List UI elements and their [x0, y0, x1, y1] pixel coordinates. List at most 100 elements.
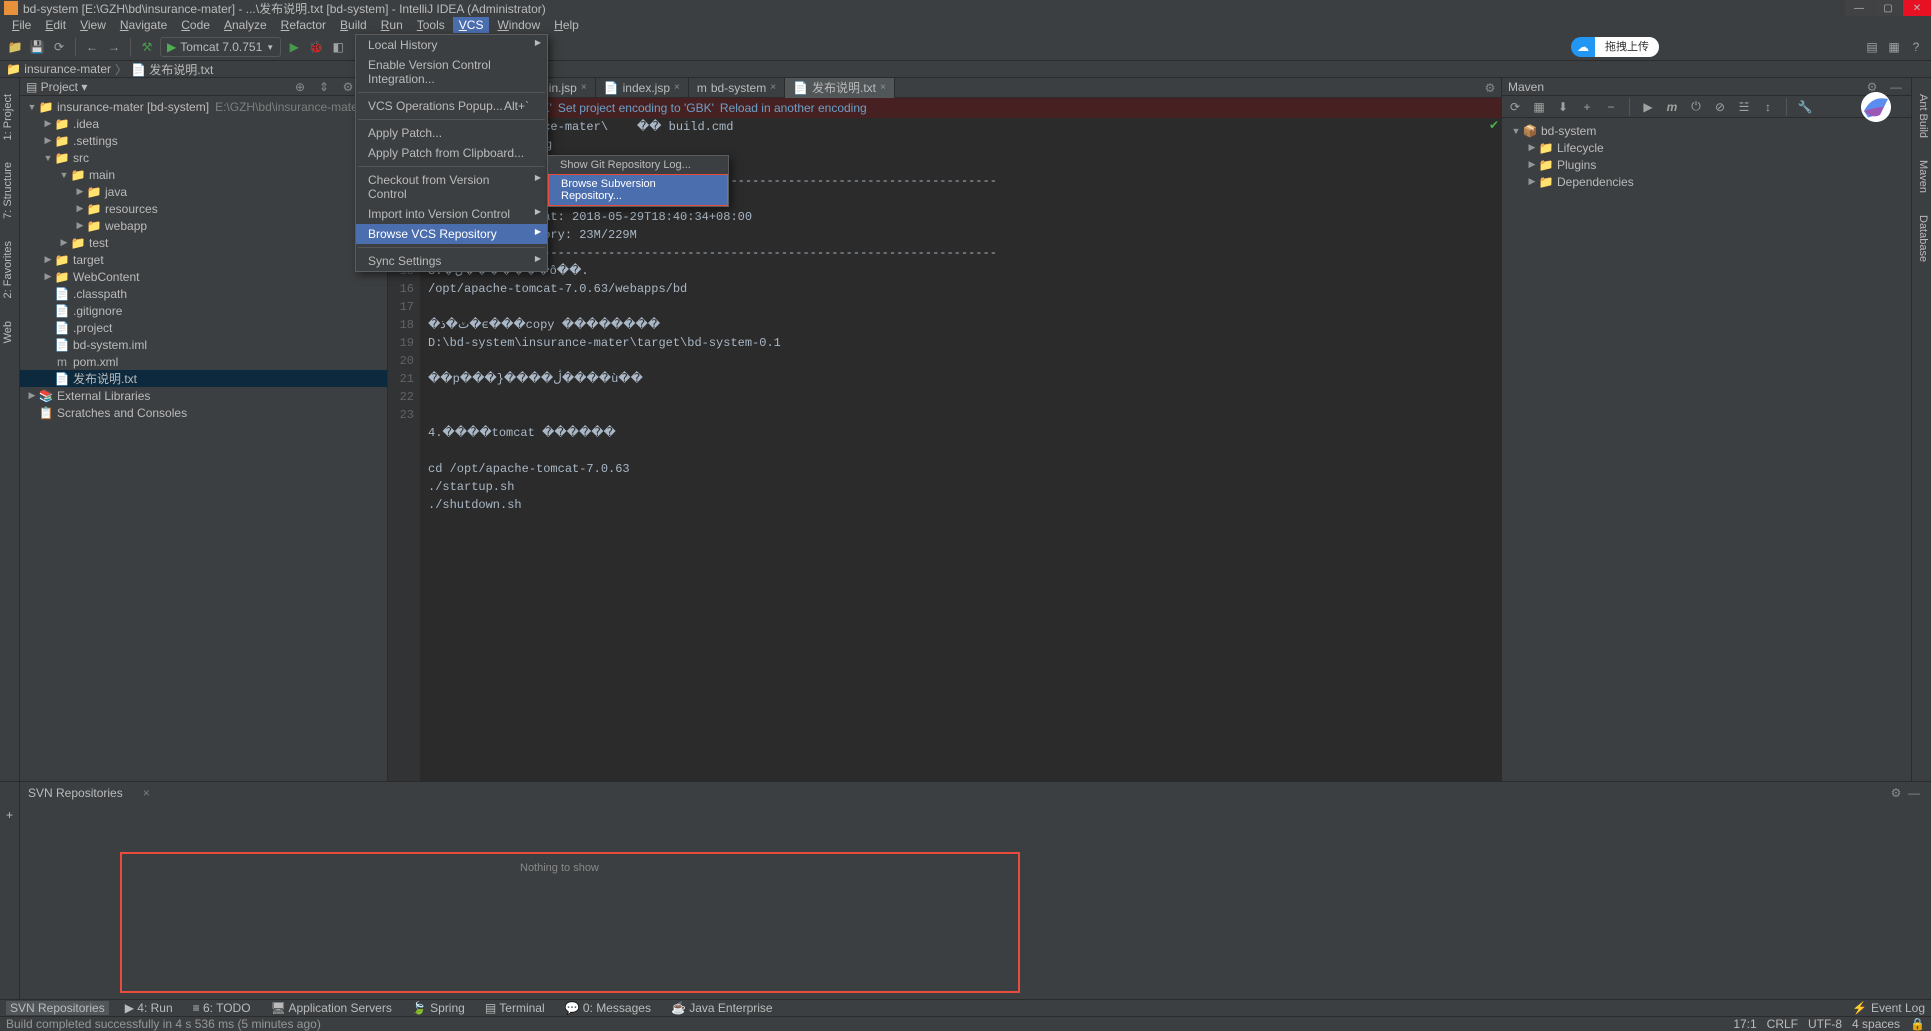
toolbar-icon-2[interactable]: ▦ [1885, 38, 1903, 56]
menu-analyze[interactable]: Analyze [218, 17, 273, 33]
gutter-tab[interactable]: Ant Build [1912, 88, 1931, 144]
toolwindow-tab[interactable]: ▤ Terminal [481, 1001, 549, 1015]
editor-tab[interactable]: mbd-system× [689, 78, 785, 98]
show-deps-icon[interactable]: ☱ [1735, 98, 1753, 116]
menu-refactor[interactable]: Refactor [275, 17, 332, 33]
add-icon[interactable]: + [1578, 98, 1596, 116]
maven-tree[interactable]: ▼📦bd-system▶📁Lifecycle▶📁Plugins▶📁Depende… [1502, 118, 1911, 194]
save-all-icon[interactable]: 💾 [28, 38, 46, 56]
vcs-menu-item[interactable]: VCS Operations Popup...Alt+` [356, 96, 547, 116]
tree-item[interactable]: ▶📁WebContent [20, 268, 387, 285]
menu-build[interactable]: Build [334, 17, 373, 33]
cloud-upload-button[interactable]: ☁ 拖拽上传 [1571, 37, 1659, 57]
forward-icon[interactable]: → [105, 38, 123, 56]
tree-item[interactable]: 📄.gitignore [20, 302, 387, 319]
coverage-icon[interactable]: ◧ [329, 38, 347, 56]
vcs-menu-item[interactable]: Import into Version Control [356, 204, 547, 224]
cursor-position[interactable]: 17:1 [1733, 1017, 1756, 1031]
toggle-icon[interactable]: ⏻ [1687, 98, 1705, 116]
tree-item[interactable]: 📄bd-system.iml [20, 336, 387, 353]
tree-item[interactable]: ▶📁.settings [20, 132, 387, 149]
tree-item[interactable]: ▶📁.idea [20, 115, 387, 132]
collapse-icon[interactable]: ⇕ [315, 78, 333, 96]
close-tab-icon[interactable]: × [674, 82, 680, 93]
back-icon[interactable]: ← [83, 38, 101, 56]
gutter-tab[interactable]: Maven [1912, 154, 1931, 199]
m-icon[interactable]: m [1663, 98, 1681, 116]
maven-tree-item[interactable]: ▶📁Plugins [1506, 156, 1907, 173]
toolwindow-tab[interactable]: ☕ Java Enterprise [667, 1001, 777, 1015]
collapse-all-icon[interactable]: ↕ [1759, 98, 1777, 116]
editor-content[interactable]: 5 6 7 8 9 10 11 12 13 14 15 16 17 18 19 … [388, 118, 1501, 795]
tree-item[interactable]: ▶📁java [20, 183, 387, 200]
tree-item[interactable]: mpom.xml [20, 353, 387, 370]
maven-tree-item[interactable]: ▶📁Lifecycle [1506, 139, 1907, 156]
toolwindow-tab[interactable]: ≡ 6: TODO [189, 1001, 255, 1015]
generate-icon[interactable]: ▦ [1530, 98, 1548, 116]
tree-item[interactable]: ▶📁target [20, 251, 387, 268]
toolbar-icon-1[interactable]: ▤ [1863, 38, 1881, 56]
event-log-button[interactable]: ⚡ Event Log [1852, 1001, 1925, 1015]
vcs-menu-item[interactable]: Local History [356, 35, 547, 55]
run-icon[interactable]: ▶ [285, 38, 303, 56]
settings-icon[interactable]: 🔧 [1796, 98, 1814, 116]
gutter-tab[interactable]: 1: Project [0, 88, 19, 146]
menu-edit[interactable]: Edit [39, 17, 72, 33]
vcs-menu-item[interactable]: Apply Patch from Clipboard... [356, 143, 547, 163]
toolwindow-tab[interactable]: 💬 0: Messages [561, 1001, 655, 1015]
toolwindow-tab[interactable]: SVN Repositories [6, 1001, 109, 1015]
lock-icon[interactable]: 🔒 [1910, 1017, 1925, 1031]
tree-item[interactable]: 📄发布说明.txt [20, 370, 387, 387]
indent-info[interactable]: 4 spaces [1852, 1017, 1900, 1031]
close-pane-icon[interactable]: × [143, 786, 150, 800]
add-repo-button[interactable]: + [0, 804, 19, 826]
editor-tab[interactable]: 📄发布说明.txt× [785, 78, 895, 98]
tabs-gear-icon[interactable]: ⚙ [1481, 79, 1499, 97]
file-encoding[interactable]: UTF-8 [1808, 1017, 1842, 1031]
run-config-selector[interactable]: ▶ Tomcat 7.0.751 ▼ [160, 37, 281, 57]
debug-icon[interactable]: 🐞 [307, 38, 325, 56]
breadcrumb-item[interactable]: 📄 发布说明.txt [131, 61, 213, 78]
vcs-submenu-item[interactable]: Show Git Repository Log... [548, 156, 728, 174]
editor-tab[interactable]: 📄index.jsp× [596, 78, 689, 98]
gutter-tab[interactable]: 2: Favorites [0, 235, 19, 304]
menu-file[interactable]: File [6, 17, 37, 33]
skip-tests-icon[interactable]: ⊘ [1711, 98, 1729, 116]
tree-item[interactable]: ▼📁main [20, 166, 387, 183]
line-separator[interactable]: CRLF [1767, 1017, 1798, 1031]
gear-icon[interactable]: ⚙ [1887, 784, 1905, 802]
tree-item[interactable]: ▼📁insurance-mater [bd-system]E:\GZH\bd\i… [20, 98, 387, 115]
hide-icon[interactable]: — [1905, 784, 1923, 802]
maven-tree-item[interactable]: ▼📦bd-system [1506, 122, 1907, 139]
tree-item[interactable]: ▶📚External Libraries [20, 387, 387, 404]
vcs-menu-item[interactable]: Browse VCS Repository [356, 224, 547, 244]
gutter-tab[interactable]: Database [1912, 209, 1931, 268]
refresh-icon[interactable]: ⟳ [50, 38, 68, 56]
maven-tree-item[interactable]: ▶📁Dependencies [1506, 173, 1907, 190]
run-maven-icon[interactable]: ▶ [1639, 98, 1657, 116]
close-tab-icon[interactable]: × [770, 82, 776, 93]
menu-help[interactable]: Help [548, 17, 585, 33]
tree-item[interactable]: ▶📁test [20, 234, 387, 251]
vcs-submenu-item[interactable]: Browse Subversion Repository... [548, 174, 728, 206]
tree-item[interactable]: 📋Scratches and Consoles [20, 404, 387, 421]
menu-view[interactable]: View [74, 17, 112, 33]
breadcrumb-item[interactable]: 📁 insurance-mater [6, 62, 111, 76]
minimize-button[interactable]: — [1845, 0, 1873, 16]
help-icon[interactable]: ? [1907, 38, 1925, 56]
gutter-tab[interactable]: 7: Structure [0, 156, 19, 225]
toolwindow-tab[interactable]: 🍃 Spring [408, 1001, 469, 1015]
close-tab-icon[interactable]: × [880, 82, 886, 93]
target-icon[interactable]: ⊕ [291, 78, 309, 96]
toolwindow-tab[interactable]: 🖥 Application Servers [267, 1001, 396, 1015]
set-encoding-link[interactable]: Set project encoding to 'GBK' [558, 101, 714, 115]
close-button[interactable]: ✕ [1903, 0, 1931, 16]
menu-navigate[interactable]: Navigate [114, 17, 173, 33]
reload-other-link[interactable]: Reload in another encoding [720, 101, 867, 115]
project-view-selector[interactable]: ▤ Project ▾ [26, 80, 87, 94]
vcs-menu-item[interactable]: Enable Version Control Integration... [356, 55, 547, 89]
tree-item[interactable]: 📄.project [20, 319, 387, 336]
gutter-tab[interactable]: Web [0, 315, 19, 349]
tree-item[interactable]: ▼📁src [20, 149, 387, 166]
menu-code[interactable]: Code [175, 17, 216, 33]
